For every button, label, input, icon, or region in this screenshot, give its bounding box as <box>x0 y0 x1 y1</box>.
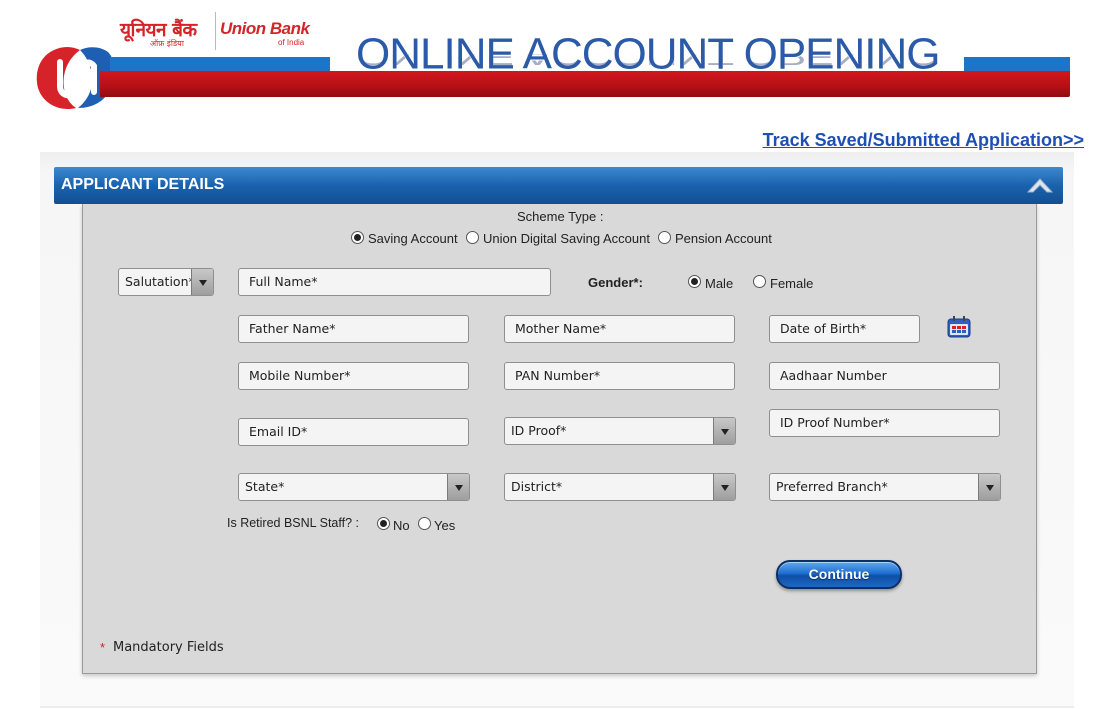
bank-wordmark: यूनियन बैंक ऑफ़ इंडिया Union Bank of Ind… <box>120 12 320 56</box>
bank-name-english: Union Bank <box>220 19 310 38</box>
id-proof-number-input[interactable]: ID Proof Number* <box>769 409 1000 437</box>
preferred-branch-select[interactable]: Preferred Branch* <box>769 473 1001 501</box>
bank-name-english-sub: of India <box>278 38 305 47</box>
aadhaar-number-input[interactable]: Aadhaar Number <box>769 362 1000 390</box>
scheme-digital-radio[interactable] <box>466 231 479 244</box>
id-proof-value: ID Proof* <box>511 423 567 438</box>
mobile-number-input[interactable]: Mobile Number* <box>238 362 469 390</box>
continue-button[interactable]: Continue <box>776 560 902 589</box>
banner-band-blue-left <box>110 57 330 71</box>
chevron-down-icon <box>713 418 735 444</box>
pan-number-input[interactable]: PAN Number* <box>504 362 735 390</box>
bsnl-no-label: No <box>393 518 410 533</box>
track-application-link[interactable]: Track Saved/Submitted Application>> <box>763 130 1084 151</box>
chevron-down-icon <box>713 474 735 500</box>
preferred-branch-value: Preferred Branch* <box>776 479 888 494</box>
gender-male-radio[interactable] <box>688 275 701 288</box>
panel-title: APPLICANT DETAILS <box>61 176 225 193</box>
gender-male-label: Male <box>705 276 734 291</box>
scheme-type-label: Scheme Type : <box>517 209 604 224</box>
scheme-saving-radio[interactable] <box>351 231 364 244</box>
mother-name-input[interactable]: Mother Name* <box>504 315 735 343</box>
bsnl-staff-label: Is Retired BSNL Staff? : <box>227 516 360 530</box>
father-name-input[interactable]: Father Name* <box>238 315 469 343</box>
district-select[interactable]: District* <box>504 473 736 501</box>
gender-female-radio[interactable] <box>753 275 766 288</box>
bsnl-no-radio[interactable] <box>377 517 390 530</box>
bank-name-hindi-sub: ऑफ़ इंडिया <box>150 39 184 48</box>
panel-header: APPLICANT DETAILS <box>54 167 1063 204</box>
scheme-pension-radio[interactable] <box>658 231 671 244</box>
district-value: District* <box>511 479 563 494</box>
logo-divider <box>215 12 216 50</box>
scheme-pension-label: Pension Account <box>675 231 772 246</box>
bsnl-yes-radio[interactable] <box>418 517 431 530</box>
banner-band-blue-right <box>964 57 1070 71</box>
state-value: State* <box>245 479 285 494</box>
salutation-value: Salutation* <box>125 274 195 289</box>
scheme-digital-label: Union Digital Saving Account <box>483 231 650 246</box>
chevron-down-icon <box>978 474 1000 500</box>
collapse-up-icon[interactable] <box>1025 170 1055 200</box>
footer-divider <box>40 706 1074 708</box>
mandatory-fields-note: Mandatory Fields <box>113 640 224 655</box>
salutation-select[interactable]: Salutation* <box>118 268 214 296</box>
id-proof-select[interactable]: ID Proof* <box>504 417 736 445</box>
mandatory-asterisk: * <box>100 640 106 655</box>
email-input[interactable]: Email ID* <box>238 418 469 446</box>
bsnl-yes-label: Yes <box>434 518 456 533</box>
gender-female-label: Female <box>770 276 814 291</box>
state-select[interactable]: State* <box>238 473 470 501</box>
chevron-down-icon <box>447 474 469 500</box>
gender-label: Gender*: <box>588 275 643 290</box>
banner-title: ONLINE ACCOUNT OPENING <box>356 30 941 79</box>
dob-input[interactable]: Date of Birth* <box>769 315 920 343</box>
chevron-down-icon <box>191 269 213 295</box>
calendar-icon[interactable] <box>947 316 971 338</box>
scheme-saving-label: Saving Account <box>368 231 458 246</box>
full-name-input[interactable]: Full Name* <box>238 268 551 296</box>
